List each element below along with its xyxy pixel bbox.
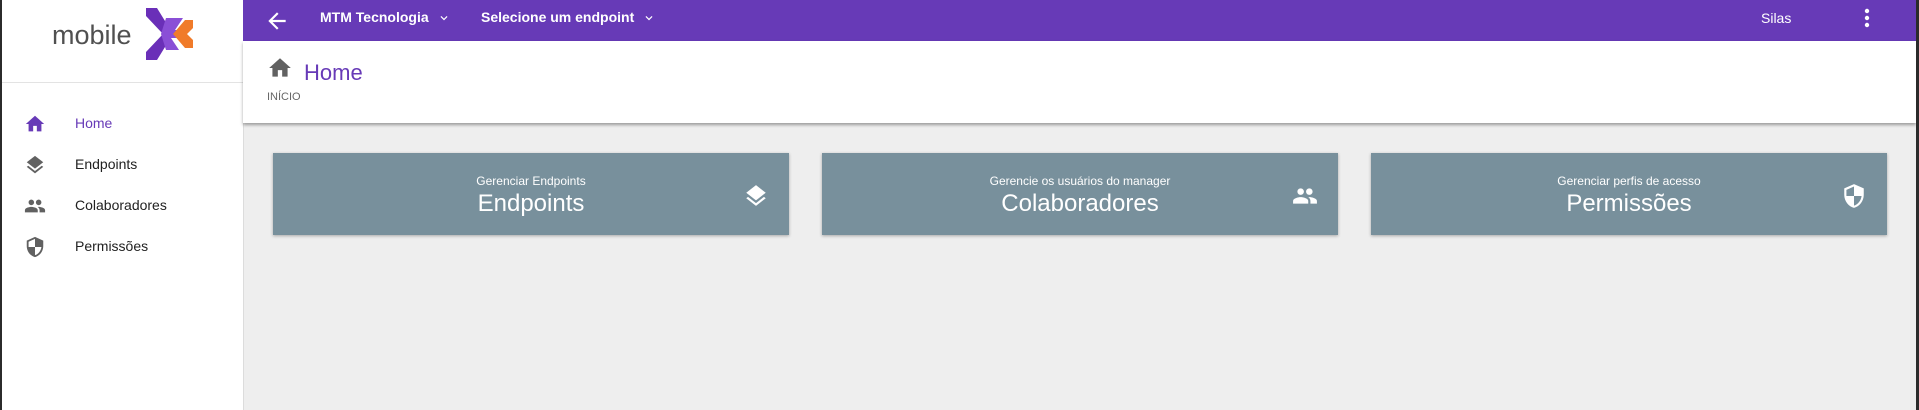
back-arrow-icon[interactable] [264, 8, 290, 34]
company-dropdown[interactable]: MTM Tecnologia [320, 9, 451, 25]
more-vert-icon[interactable] [1857, 7, 1877, 31]
logo-text: mobile [52, 20, 132, 50]
card-subtitle: Gerenciar Endpoints [476, 174, 586, 188]
home-icon [25, 115, 45, 132]
card-subtitle: Gerenciar perfis de acesso [1557, 174, 1701, 188]
sidebar-item-label: Home [75, 115, 113, 131]
card-title: Endpoints [477, 190, 585, 217]
card-subtitle: Gerencie os usuários do manager [989, 174, 1171, 188]
sidebar-item-endpoints[interactable]: Endpoints [2, 144, 243, 185]
endpoint-dropdown[interactable]: Selecione um endpoint [481, 9, 656, 25]
card-colaboradores[interactable]: Gerencie os usuários do manager Colabora… [822, 153, 1338, 235]
breadcrumb[interactable]: INÍCIO [267, 91, 301, 103]
sidebar-item-label: Endpoints [75, 156, 138, 172]
page-header: Home INÍCIO [243, 41, 1916, 123]
card-permissoes[interactable]: Gerenciar perfis de acesso Permissões [1371, 153, 1887, 235]
sidebar-nav: Home Endpoints Colaboradores Permissões [2, 103, 243, 267]
home-icon [269, 58, 291, 77]
card-title: Colaboradores [1001, 190, 1159, 217]
card-endpoints[interactable]: Gerenciar Endpoints Endpoints [273, 153, 789, 235]
logo-mark-icon [146, 8, 193, 60]
sidebar-item-label: Colaboradores [75, 197, 167, 213]
chevron-down-icon [645, 16, 653, 21]
sidebar-item-home[interactable]: Home [2, 103, 243, 144]
sidebar-item-colaboradores[interactable]: Colaboradores [2, 185, 243, 226]
sidebar-item-permissoes[interactable]: Permissões [2, 226, 243, 267]
app-window: mobile Home Endpoints Colaboradores Perm… [2, 0, 1916, 410]
people-icon [24, 199, 46, 213]
sidebar: mobile Home Endpoints Colaboradores Perm… [2, 0, 244, 410]
company-dropdown-label: MTM Tecnologia [320, 9, 429, 25]
top-app-bar: MTM Tecnologia Selecione um endpoint Sil… [243, 0, 1916, 41]
shield-icon [1844, 184, 1864, 208]
page-title: Home [304, 60, 363, 85]
endpoint-dropdown-label: Selecione um endpoint [481, 9, 635, 25]
layers-icon [746, 185, 766, 206]
card-title: Permissões [1566, 190, 1692, 217]
chevron-down-icon [440, 16, 448, 21]
people-icon [1293, 188, 1317, 204]
sidebar-item-label: Permissões [75, 238, 149, 254]
user-name[interactable]: Silas [1761, 10, 1791, 26]
shield-icon [26, 236, 44, 258]
logo: mobile [2, 0, 243, 83]
layers-icon [26, 155, 44, 174]
